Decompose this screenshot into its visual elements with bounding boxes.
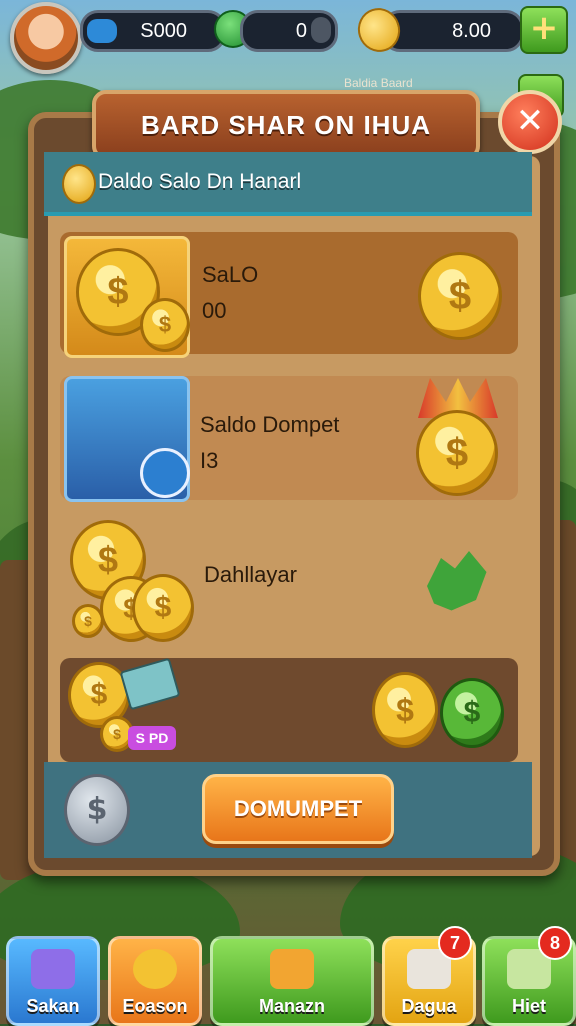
row-title: SaLO [202, 262, 259, 287]
coin-icon: $ [72, 604, 104, 638]
close-button[interactable]: ✕ [498, 90, 562, 154]
notification-badge: 7 [438, 926, 472, 960]
dialog-title: BARD SHAR ON IHUA [92, 90, 480, 160]
nav-label: Hiet [511, 996, 546, 1016]
notification-badge: 8 [538, 926, 572, 960]
gems-knob-icon [311, 17, 331, 43]
nav-manazn[interactable]: Manazn [210, 936, 374, 1026]
coin-icon: $ [418, 252, 502, 340]
book-icon [31, 949, 75, 989]
nav-label: Manazn [258, 996, 325, 1016]
gems-counter: 0 [240, 10, 338, 52]
coin-icon: $ [416, 410, 498, 496]
coin-icon: $ [140, 298, 190, 352]
energy-counter: S000 [80, 10, 226, 52]
top-subtext: Baldia Baard [344, 76, 413, 90]
row-title: Saldo Dompet [200, 412, 340, 437]
top-bar: S000 0 8.00 + [0, 0, 576, 74]
gems-value: 0 [295, 20, 307, 42]
price-tag: S PD [128, 726, 176, 750]
row-value: 00 [202, 298, 227, 323]
plus-icon: + [529, 8, 559, 48]
nav-eoason[interactable]: Eoason [108, 936, 202, 1026]
silver-coin-icon: $ [64, 774, 130, 846]
nav-label: Dagua [401, 996, 457, 1016]
subheader-text: Daldo Salo Dn Hanarl [98, 170, 302, 193]
coin-icon: $ [132, 574, 194, 642]
nav-sakan[interactable]: Sakan [6, 936, 100, 1026]
nav-label: Eoason [122, 996, 188, 1016]
energy-value: S000 [140, 20, 187, 42]
coin-stack-icon [133, 949, 177, 989]
coin-icon: $ [372, 672, 438, 748]
row-title: Dahllayar [204, 562, 297, 587]
player-avatar[interactable] [10, 2, 82, 74]
subheader-coin-icon [62, 164, 96, 204]
close-icon: ✕ [515, 101, 545, 141]
energy-bar-icon [87, 19, 117, 43]
coins-counter: 8.00 [382, 10, 524, 52]
silver-coin-symbol: $ [86, 792, 108, 827]
coins-value: 8.00 [452, 20, 491, 42]
row-value: I3 [200, 448, 219, 473]
nav-label: Sakan [26, 996, 80, 1016]
green-coin-icon: $ [440, 678, 504, 748]
home-icon [270, 949, 314, 989]
add-currency-button[interactable]: + [520, 6, 568, 54]
chest-badge-icon [140, 448, 190, 498]
dompet-button[interactable]: DOMUMPET [202, 774, 394, 844]
